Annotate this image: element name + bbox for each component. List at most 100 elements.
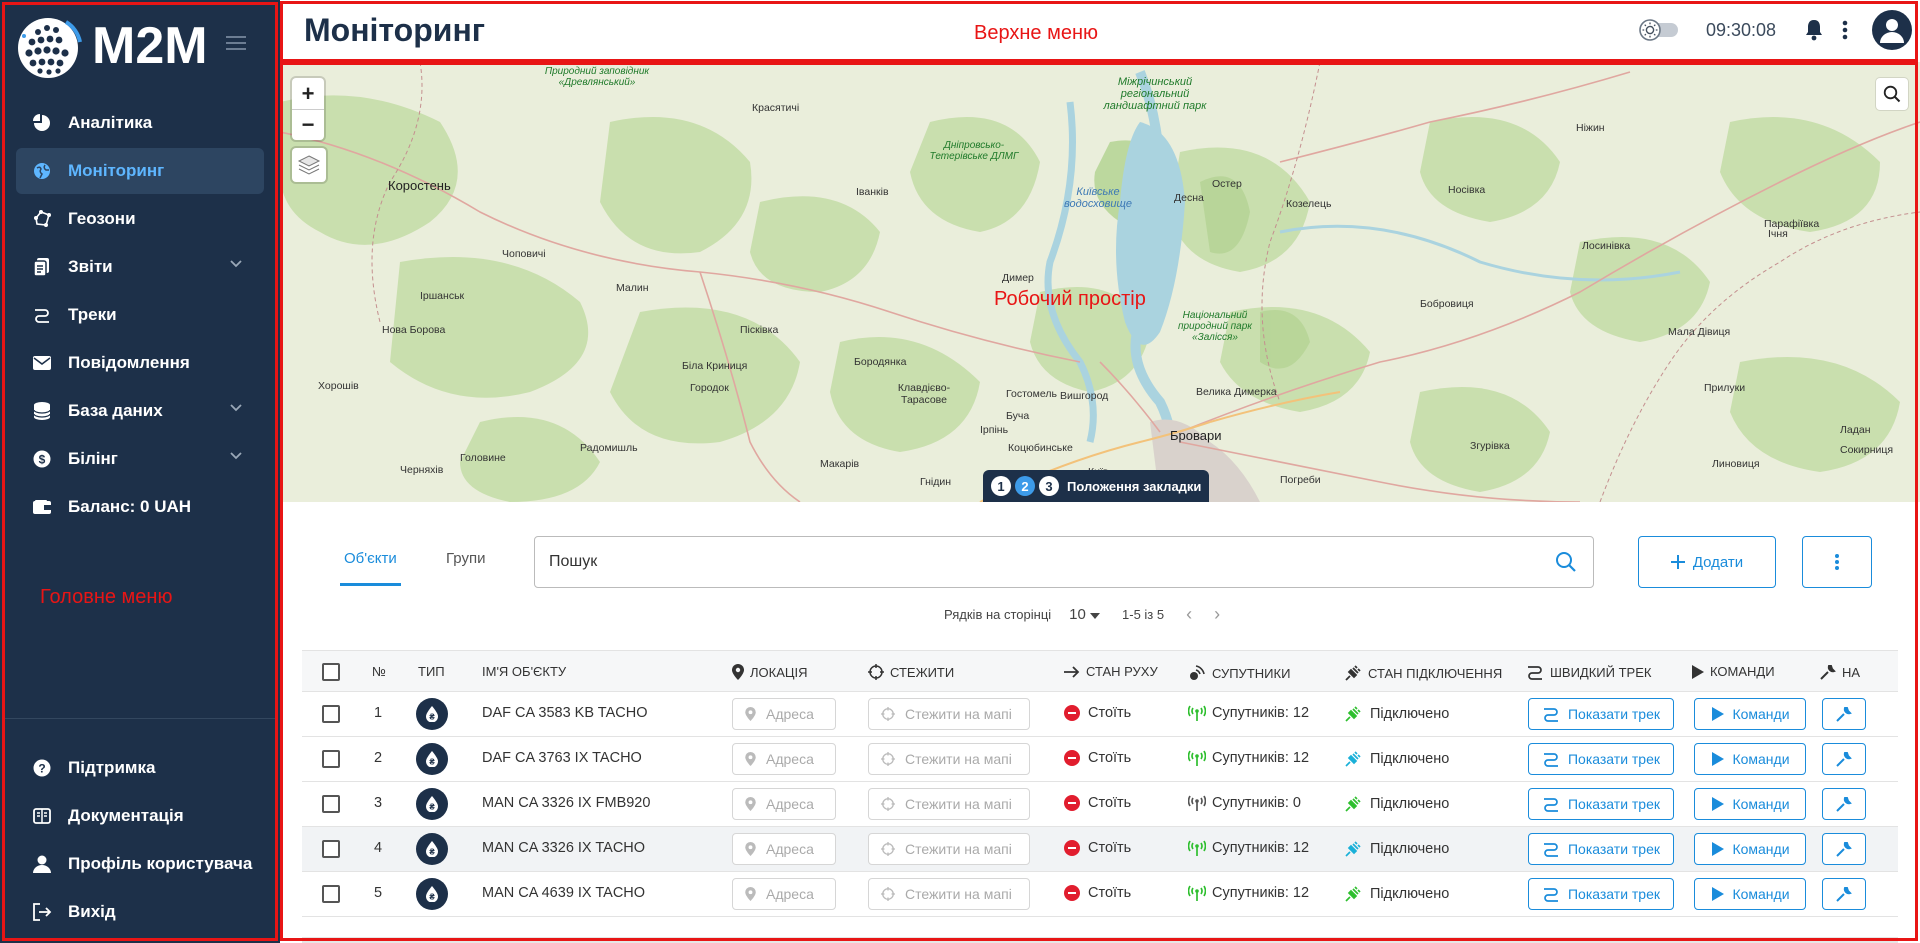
- settings-button[interactable]: [1822, 833, 1866, 865]
- place-label: Бородянка: [854, 356, 907, 368]
- place-label: Хорошів: [318, 380, 359, 392]
- nav-item-logout[interactable]: Вихід: [16, 889, 264, 935]
- table-row[interactable]: 5 ₴ MAN CA 4639 IX TACHO Адреса Стежити …: [302, 872, 1898, 917]
- row-checkbox[interactable]: [322, 750, 340, 768]
- bookmark-position-1[interactable]: 1: [991, 476, 1011, 496]
- search-icon[interactable]: [1555, 551, 1577, 573]
- address-field[interactable]: Адреса: [732, 878, 836, 910]
- nav-item-docs[interactable]: Документація: [16, 793, 264, 839]
- nav-item-tracks[interactable]: Треки: [16, 292, 264, 338]
- nav-item-balance[interactable]: Баланс: 0 UAH: [16, 484, 264, 530]
- satellite-icon: [1190, 665, 1205, 680]
- commands-button[interactable]: Команди: [1694, 743, 1806, 775]
- nav-item-geozones[interactable]: Геозони: [16, 196, 264, 242]
- settings-button[interactable]: [1822, 743, 1866, 775]
- next-page-button[interactable]: ›: [1214, 604, 1220, 625]
- column-header-connection[interactable]: СТАН ПІДКЛЮЧЕННЯ: [1344, 664, 1502, 682]
- nav-item-reports[interactable]: Звіти: [16, 244, 264, 290]
- settings-button[interactable]: [1822, 878, 1866, 910]
- settings-button[interactable]: [1822, 788, 1866, 820]
- zoom-in-button[interactable]: +: [292, 78, 324, 109]
- zoom-out-button[interactable]: −: [292, 109, 324, 140]
- column-header-follow[interactable]: СТЕЖИТИ: [868, 664, 954, 680]
- table-row[interactable]: 4 ₴ MAN CA 3326 IX TACHO Адреса Стежити …: [302, 827, 1898, 872]
- object-name[interactable]: MAN CA 3326 IX TACHO: [482, 840, 645, 856]
- layers-button[interactable]: [292, 148, 326, 182]
- nav-item-billing[interactable]: $ Білінг: [16, 436, 264, 482]
- play-icon: [1712, 707, 1725, 721]
- address-field[interactable]: Адреса: [732, 788, 836, 820]
- map-search-button[interactable]: [1876, 78, 1908, 110]
- show-track-button[interactable]: Показати трек: [1528, 833, 1674, 865]
- select-all-checkbox[interactable]: [322, 663, 340, 681]
- logo[interactable]: M2M: [14, 12, 208, 80]
- bookmark-position-3[interactable]: 3: [1039, 476, 1059, 496]
- theme-toggle[interactable]: [1638, 18, 1680, 42]
- nav-item-database[interactable]: База даних: [16, 388, 264, 434]
- object-name[interactable]: MAN CA 4639 IX TACHO: [482, 885, 645, 901]
- commands-button[interactable]: Команди: [1694, 878, 1806, 910]
- column-header-motion[interactable]: СТАН РУХУ: [1064, 664, 1158, 679]
- connection-status: Підключено: [1344, 795, 1449, 813]
- column-header-settings[interactable]: НА: [1820, 664, 1860, 680]
- tab-groups[interactable]: Групи: [442, 550, 489, 583]
- address-field[interactable]: Адреса: [732, 743, 836, 775]
- object-name[interactable]: DAF CA 3763 IX TACHO: [482, 750, 642, 766]
- tab-objects[interactable]: Об'єкти: [340, 550, 401, 586]
- nav-item-support[interactable]: ? Підтримка: [16, 745, 264, 791]
- column-header-location[interactable]: ЛОКАЦІЯ: [732, 664, 808, 680]
- table-row[interactable]: 2 ₴ DAF CA 3763 IX TACHO Адреса Стежити …: [302, 737, 1898, 782]
- object-name[interactable]: MAN CA 3326 IX FMB920: [482, 795, 650, 811]
- more-actions-button[interactable]: [1802, 536, 1872, 588]
- column-header-satellites[interactable]: СУПУТНИКИ: [1188, 664, 1290, 682]
- rows-per-page-select[interactable]: 10: [1069, 606, 1101, 623]
- follow-on-map-button[interactable]: Стежити на мапі: [868, 743, 1030, 775]
- map[interactable]: Коростень Красятичі Іванків Чоповичі Ірш…: [280, 62, 1920, 502]
- nav-item-monitoring[interactable]: Моніторинг: [16, 148, 264, 194]
- logout-icon: [32, 902, 52, 922]
- row-checkbox[interactable]: [322, 885, 340, 903]
- column-header[interactable]: ТИП: [418, 664, 445, 679]
- search-input[interactable]: Пошук: [534, 536, 1594, 588]
- avatar[interactable]: [1872, 10, 1912, 50]
- show-track-button[interactable]: Показати трек: [1528, 878, 1674, 910]
- commands-button[interactable]: Команди: [1694, 788, 1806, 820]
- settings-button[interactable]: [1822, 698, 1866, 730]
- satellites-text: Супутників: 12: [1212, 840, 1310, 856]
- column-header-commands[interactable]: КОМАНДИ: [1690, 664, 1775, 679]
- address-field[interactable]: Адреса: [732, 698, 836, 730]
- table-row[interactable]: 1 ₴ DAF CA 3583 KB TACHO Адреса Стежити …: [302, 692, 1898, 737]
- bell-icon[interactable]: [1804, 19, 1824, 41]
- place-label: Згурівка: [1470, 440, 1510, 452]
- show-track-button[interactable]: Показати трек: [1528, 698, 1674, 730]
- menu-collapse-button[interactable]: [226, 36, 246, 52]
- row-checkbox[interactable]: [322, 705, 340, 723]
- park-label: Національний природний парк «Залісся»: [1177, 310, 1253, 343]
- prev-page-button[interactable]: ‹: [1186, 604, 1192, 625]
- follow-on-map-button[interactable]: Стежити на мапі: [868, 878, 1030, 910]
- table-row[interactable]: 3 ₴ MAN CA 3326 IX FMB920 Адреса Стежити…: [302, 782, 1898, 827]
- follow-on-map-button[interactable]: Стежити на мапі: [868, 788, 1030, 820]
- show-track-button[interactable]: Показати трек: [1528, 788, 1674, 820]
- show-track-label: Показати трек: [1567, 796, 1661, 812]
- commands-button[interactable]: Команди: [1694, 833, 1806, 865]
- crosshair-icon: [868, 664, 884, 680]
- column-header[interactable]: ІМ'Я ОБ'ЄКТУ: [482, 664, 566, 679]
- nav-item-messages[interactable]: Повідомлення: [16, 340, 264, 386]
- show-track-button[interactable]: Показати трек: [1528, 743, 1674, 775]
- address-field[interactable]: Адреса: [732, 833, 836, 865]
- horizontal-scrollbar[interactable]: [302, 937, 1898, 943]
- follow-on-map-button[interactable]: Стежити на мапі: [868, 833, 1030, 865]
- row-checkbox[interactable]: [322, 795, 340, 813]
- follow-on-map-button[interactable]: Стежити на мапі: [868, 698, 1030, 730]
- more-vert-icon[interactable]: [1842, 20, 1848, 40]
- row-checkbox[interactable]: [322, 840, 340, 858]
- nav-item-analytics[interactable]: Аналітика: [16, 100, 264, 146]
- commands-button[interactable]: Команди: [1694, 698, 1806, 730]
- add-button[interactable]: Додати: [1638, 536, 1776, 588]
- bookmark-position-2[interactable]: 2: [1015, 476, 1035, 496]
- column-header-quick-track[interactable]: ШВИДКИЙ ТРЕК: [1526, 664, 1651, 680]
- nav-item-profile[interactable]: Профіль користувача: [16, 841, 264, 887]
- object-name[interactable]: DAF CA 3583 KB TACHO: [482, 705, 647, 721]
- column-header[interactable]: №: [372, 664, 386, 679]
